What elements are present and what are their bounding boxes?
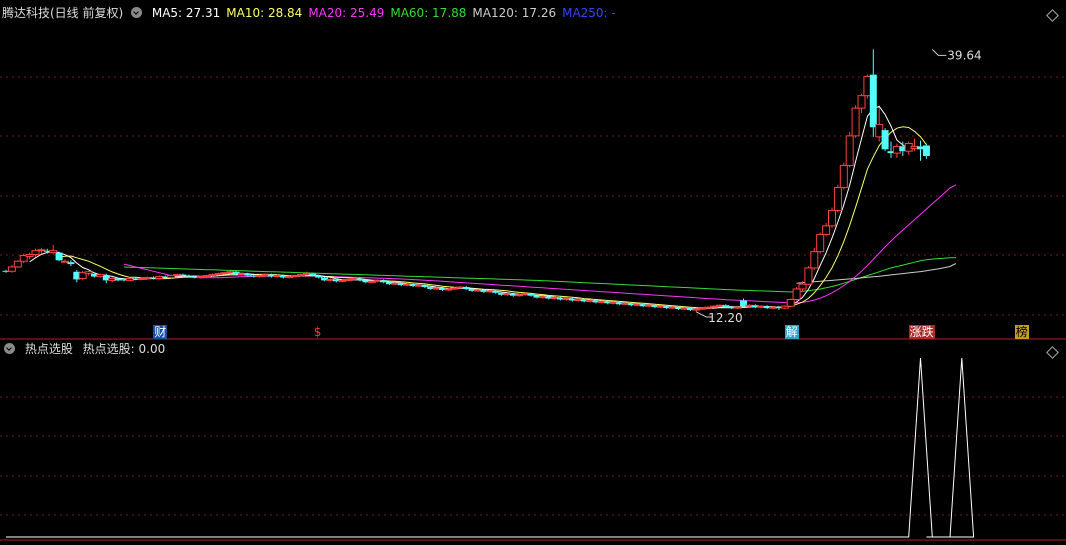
ma-legend-item: MA120: 17.26 (472, 6, 557, 20)
event-marker[interactable]: 榜 (1014, 325, 1029, 339)
candle-body (527, 293, 535, 296)
indicator-header: 热点选股 热点选股: 0.00 (2, 341, 171, 357)
candle-body (185, 275, 193, 277)
ma-legend-item: MA10: 28.84 (226, 6, 303, 20)
ma-legend-item: MA5: 27.31 (151, 6, 221, 20)
event-marker[interactable]: 涨跌 (908, 325, 935, 339)
annotations: 39.64 12.20 (696, 48, 982, 325)
candle-body (786, 299, 795, 307)
candles (2, 49, 930, 312)
candle-body (828, 210, 836, 227)
candle-body (37, 249, 46, 252)
candle-body (380, 280, 388, 283)
kline-chart: 39.64 12.20 (0, 48, 1066, 541)
candle-body (421, 285, 429, 288)
high-price-label: 39.64 (947, 48, 981, 62)
candle-body (833, 187, 842, 212)
candle-body (822, 225, 831, 235)
low-price-label: 12.20 (708, 311, 742, 325)
candle-body (7, 266, 16, 272)
candle-body (881, 130, 889, 150)
candle-body (857, 95, 866, 109)
ma-legend: MA5: 27.31 MA10: 28.84 MA20: 25.49 MA60: 17… (152, 6, 622, 20)
candle-body (179, 274, 187, 276)
candle-body (851, 107, 860, 137)
event-marker[interactable]: 财 (153, 325, 168, 339)
candle-body (315, 275, 323, 278)
candle-body (810, 251, 819, 269)
high-pointer (931, 49, 947, 56)
ma-legend-item: MA60: 17.88 (390, 6, 467, 20)
candle-body (462, 287, 470, 289)
candle-body (839, 165, 848, 189)
candle-body (61, 260, 69, 263)
candle-body (67, 262, 75, 265)
candle-body (804, 267, 813, 285)
settings-circle-icon[interactable] (131, 7, 143, 18)
indicator-title: 热点选股 (24, 342, 73, 356)
event-marker[interactable]: 解 (784, 325, 799, 339)
indicator-line (6, 357, 975, 538)
candle-body (798, 283, 807, 290)
candle-body (55, 252, 63, 261)
ma-legend-item: MA20: 25.49 (308, 6, 385, 20)
candle-body (492, 290, 500, 293)
candle-body (84, 271, 93, 275)
candle-body (49, 250, 58, 254)
candle-body (792, 288, 801, 301)
candle-body (922, 145, 930, 156)
ma-legend-item: MA250: - (562, 6, 616, 20)
indicator-panel (6, 357, 975, 538)
candle-body (31, 250, 40, 256)
candle-body (845, 135, 854, 167)
event-marker[interactable]: $ (313, 325, 323, 339)
candle-body (356, 278, 364, 281)
candle-body (733, 306, 742, 309)
candle-body (722, 305, 730, 308)
candle-body (869, 74, 877, 128)
ma10-line (59, 126, 927, 309)
candle-body (309, 273, 317, 276)
ma120-line (796, 263, 957, 284)
candle-body (244, 273, 252, 276)
candle-body (816, 233, 825, 253)
indicator-value: 热点选股: 0.00 (82, 342, 166, 356)
chart-header: 腾达科技(日线 前复权) MA5: 27.31 MA10: 28.84 MA20: … (2, 5, 628, 21)
ma20-line (123, 184, 957, 304)
candle-body (13, 260, 22, 268)
ma-lines (29, 105, 957, 310)
stock-title: 腾达科技(日线 前复权) (2, 6, 124, 20)
indicator-settings-icon[interactable] (4, 343, 15, 354)
